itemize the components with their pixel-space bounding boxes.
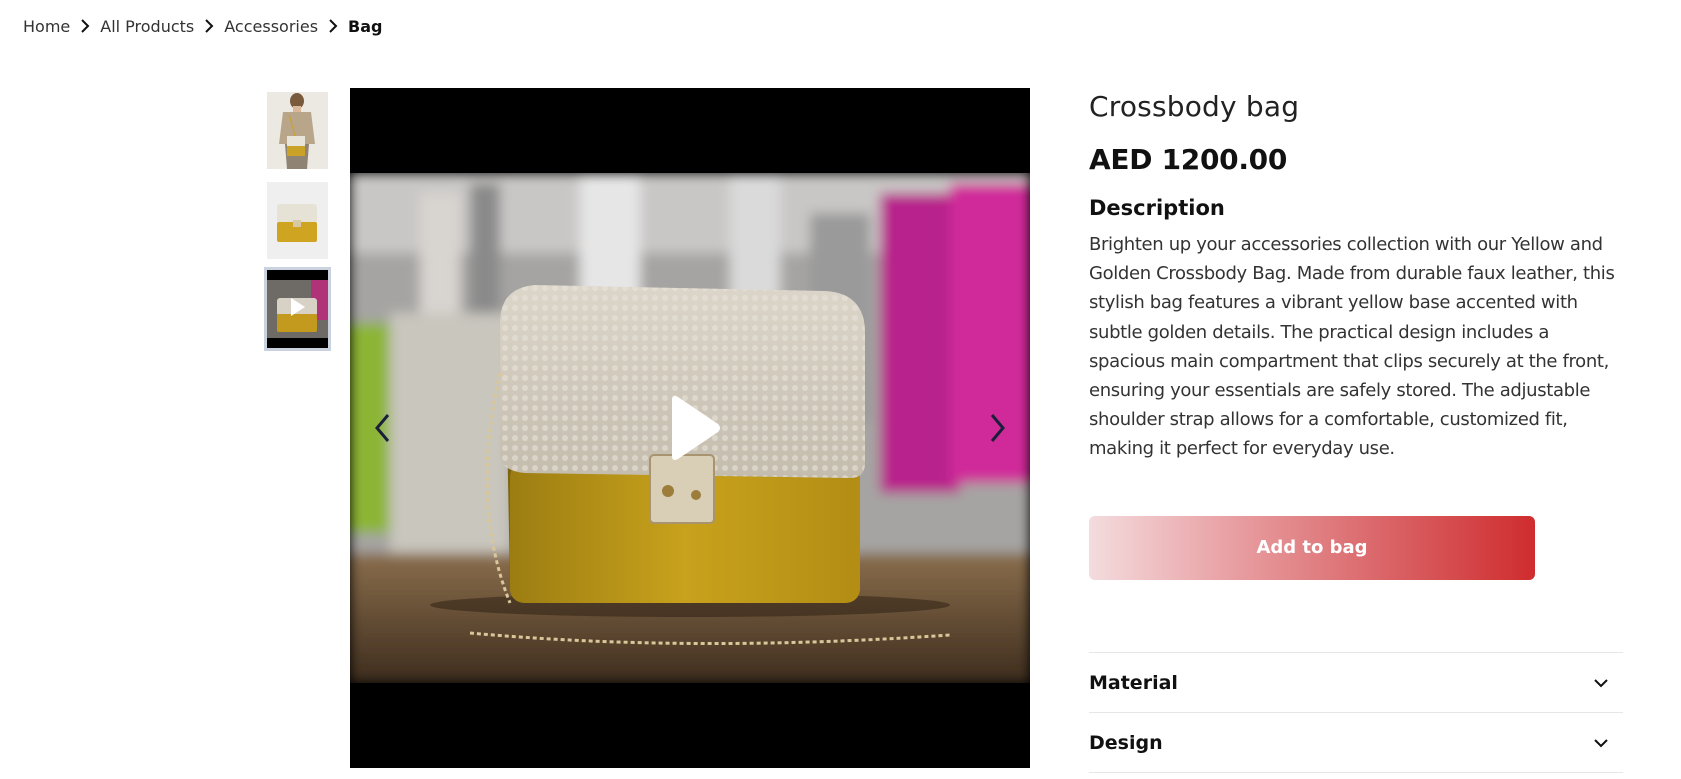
thumbnail-model[interactable]: [267, 92, 328, 169]
chevron-right-icon[interactable]: [980, 410, 1016, 446]
breadcrumb-home[interactable]: Home: [23, 17, 70, 36]
divider: [1089, 772, 1623, 773]
chevron-right-icon: [70, 14, 100, 38]
chevron-right-icon: [194, 14, 224, 38]
thumbnail-video[interactable]: [264, 267, 331, 351]
breadcrumb: Home All Products Accessories Bag: [23, 14, 382, 38]
product-description: Brighten up your accessories collection …: [1089, 234, 1615, 460]
chevron-right-icon: [318, 14, 348, 38]
product-info: Crossbody bag AED 1200.00 Description Br…: [1089, 88, 1629, 580]
accordion-material[interactable]: Material: [1089, 652, 1623, 712]
description-heading: Description: [1089, 196, 1225, 220]
breadcrumb-current: Bag: [348, 16, 383, 36]
product-video[interactable]: [350, 88, 1030, 768]
accordion-label: Material: [1089, 671, 1178, 694]
chevron-left-icon[interactable]: [364, 410, 400, 446]
chevron-down-icon: [1593, 733, 1609, 752]
breadcrumb-all-products[interactable]: All Products: [100, 17, 194, 36]
chevron-down-icon: [1593, 673, 1609, 692]
accordion-design[interactable]: Design: [1089, 712, 1623, 772]
play-icon[interactable]: [666, 394, 722, 462]
breadcrumb-accessories[interactable]: Accessories: [224, 17, 318, 36]
thumbnail-bag[interactable]: [267, 182, 328, 259]
accordion-label: Design: [1089, 731, 1163, 754]
product-details-accordion: Material Design: [1089, 652, 1623, 773]
add-to-bag-button[interactable]: Add to bag: [1089, 515, 1535, 580]
product-title: Crossbody bag: [1089, 90, 1300, 123]
product-price: AED 1200.00: [1089, 143, 1288, 176]
